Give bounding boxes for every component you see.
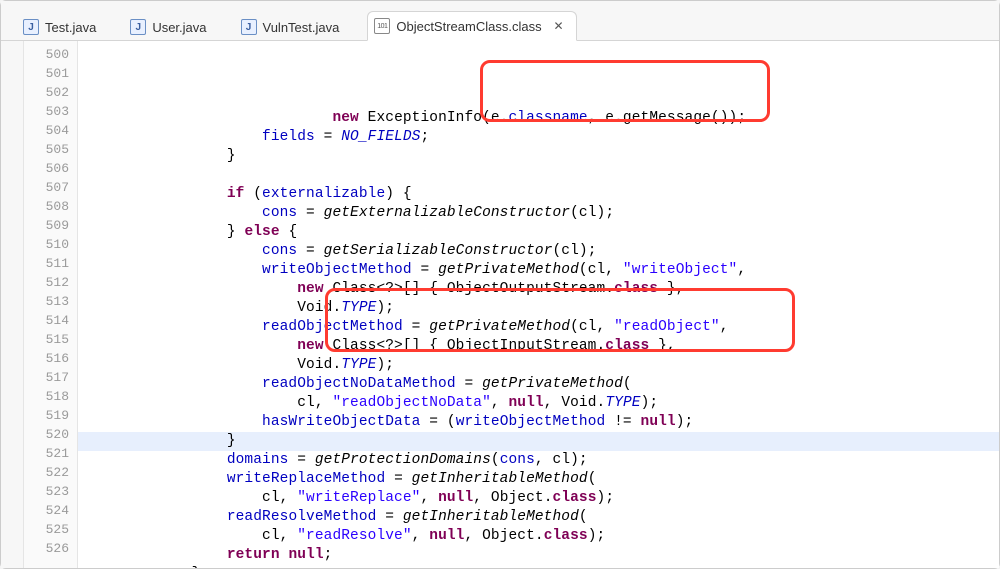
code-line[interactable]: new Class<?>[] { ObjectOutputStream.clas… bbox=[78, 280, 999, 299]
code-line[interactable] bbox=[78, 166, 999, 185]
line-number: 505 bbox=[24, 140, 77, 159]
line-number: 518 bbox=[24, 387, 77, 406]
line-number: 526 bbox=[24, 539, 77, 558]
tab-objectstreamclass-class[interactable]: ObjectStreamClass.class ✕ bbox=[367, 11, 576, 41]
code-line[interactable]: cl, "readResolve", null, Object.class); bbox=[78, 527, 999, 546]
java-file-icon: J bbox=[241, 19, 257, 35]
tab-label: Test.java bbox=[45, 20, 96, 35]
close-icon[interactable]: ✕ bbox=[552, 19, 566, 33]
code-line[interactable]: return null; bbox=[78, 546, 999, 565]
code-line[interactable]: } bbox=[78, 565, 999, 568]
line-number: 514 bbox=[24, 311, 77, 330]
code-line[interactable]: new Class<?>[] { ObjectInputStream.class… bbox=[78, 337, 999, 356]
code-line[interactable]: Void.TYPE); bbox=[78, 356, 999, 375]
line-number: 519 bbox=[24, 406, 77, 425]
line-number: 525 bbox=[24, 520, 77, 539]
code-line[interactable]: } bbox=[78, 432, 999, 451]
tab-test-java[interactable]: J Test.java bbox=[17, 13, 106, 41]
line-number: 520 bbox=[24, 425, 77, 444]
line-number: 510 bbox=[24, 235, 77, 254]
tab-label: ObjectStreamClass.class bbox=[396, 19, 541, 34]
code-line[interactable]: readResolveMethod = getInheritableMethod… bbox=[78, 508, 999, 527]
line-number: 511 bbox=[24, 254, 77, 273]
code-line[interactable]: Void.TYPE); bbox=[78, 299, 999, 318]
line-number: 503 bbox=[24, 102, 77, 121]
class-file-icon bbox=[374, 18, 390, 34]
code-line[interactable]: writeReplaceMethod = getInheritableMetho… bbox=[78, 470, 999, 489]
line-number: 502 bbox=[24, 83, 77, 102]
code-line[interactable]: cons = getSerializableConstructor(cl); bbox=[78, 242, 999, 261]
code-line[interactable]: hasWriteObjectData = (writeObjectMethod … bbox=[78, 413, 999, 432]
code-line[interactable]: } bbox=[78, 147, 999, 166]
line-number: 521 bbox=[24, 444, 77, 463]
java-file-icon: J bbox=[130, 19, 146, 35]
line-number: 522 bbox=[24, 463, 77, 482]
line-number: 524 bbox=[24, 501, 77, 520]
line-number: 517 bbox=[24, 368, 77, 387]
code-line[interactable]: writeObjectMethod = getPrivateMethod(cl,… bbox=[78, 261, 999, 280]
code-line[interactable]: cons = getExternalizableConstructor(cl); bbox=[78, 204, 999, 223]
code-line[interactable]: if (externalizable) { bbox=[78, 185, 999, 204]
line-number: 515 bbox=[24, 330, 77, 349]
code-line[interactable]: fields = NO_FIELDS; bbox=[78, 128, 999, 147]
code-area: 5005015025035045055065075085095105115125… bbox=[1, 41, 999, 568]
line-number: 508 bbox=[24, 197, 77, 216]
code-line[interactable]: cl, "writeReplace", null, Object.class); bbox=[78, 489, 999, 508]
line-number: 512 bbox=[24, 273, 77, 292]
line-number: 504 bbox=[24, 121, 77, 140]
code-line[interactable]: readObjectMethod = getPrivateMethod(cl, … bbox=[78, 318, 999, 337]
line-number: 500 bbox=[24, 45, 77, 64]
code-line[interactable]: readObjectNoDataMethod = getPrivateMetho… bbox=[78, 375, 999, 394]
code-line[interactable]: } else { bbox=[78, 223, 999, 242]
line-number: 513 bbox=[24, 292, 77, 311]
code-line[interactable]: domains = getProtectionDomains(cons, cl)… bbox=[78, 451, 999, 470]
code-line[interactable]: cl, "readObjectNoData", null, Void.TYPE)… bbox=[78, 394, 999, 413]
tabstrip: J Test.java J User.java J VulnTest.java Object… bbox=[1, 1, 999, 41]
code-line[interactable]: new ExceptionInfo(e.classname, e.getMess… bbox=[78, 109, 999, 128]
line-number: 506 bbox=[24, 159, 77, 178]
line-number: 501 bbox=[24, 64, 77, 83]
code-content[interactable]: new ExceptionInfo(e.classname, e.getMess… bbox=[78, 41, 999, 568]
editor-shell: J Test.java J User.java J VulnTest.java Object… bbox=[0, 0, 1000, 569]
tab-vulntest-java[interactable]: J VulnTest.java bbox=[235, 13, 350, 41]
tab-label: User.java bbox=[152, 20, 206, 35]
line-number: 516 bbox=[24, 349, 77, 368]
line-number: 523 bbox=[24, 482, 77, 501]
line-number: 509 bbox=[24, 216, 77, 235]
marker-strip bbox=[1, 41, 24, 568]
line-gutter: 5005015025035045055065075085095105115125… bbox=[24, 41, 78, 568]
tab-user-java[interactable]: J User.java bbox=[124, 13, 216, 41]
tab-label: VulnTest.java bbox=[263, 20, 340, 35]
java-file-icon: J bbox=[23, 19, 39, 35]
line-number: 507 bbox=[24, 178, 77, 197]
